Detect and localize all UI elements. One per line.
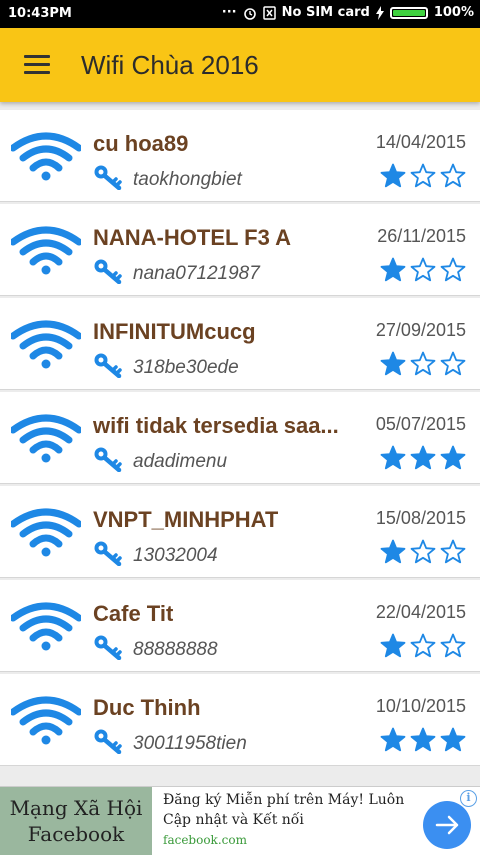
network-password: taokhongbiet — [133, 169, 242, 190]
rating-stars — [380, 445, 466, 476]
ad-text[interactable]: Đăng ký Miễn phí trên Máy! Luôn Cập nhật… — [163, 790, 418, 830]
star-filled-icon — [380, 445, 406, 476]
network-ssid: Cafe Tit — [93, 601, 174, 626]
list-item[interactable]: Duc Thinh 10/10/2015 30011958tien — [0, 674, 480, 766]
ad-logo[interactable]: Mạng Xã Hội Facebook — [0, 787, 152, 855]
star-filled-icon — [440, 727, 466, 758]
network-password: 318be30ede — [133, 357, 239, 378]
network-ssid: VNPT_MINHPHAT — [93, 507, 279, 532]
network-ssid: cu hoa89 — [93, 131, 189, 156]
ad-url[interactable]: facebook.com — [163, 833, 247, 847]
list-item[interactable]: NANA-HOTEL F3 A 26/11/2015 nana07121987 — [0, 204, 480, 296]
battery-percent: 100% — [433, 5, 474, 20]
rating-stars — [380, 727, 466, 758]
network-date: 26/11/2015 — [377, 226, 466, 246]
rating-stars — [380, 163, 466, 194]
star-outline-icon — [410, 351, 436, 382]
star-outline-icon — [410, 163, 436, 194]
ad-logo-line1: Mạng Xã Hội — [9, 796, 143, 820]
list-item[interactable]: cu hoa89 14/04/2015 taokhongbiet — [0, 110, 480, 202]
sim-x-icon — [262, 5, 276, 20]
network-date: 15/08/2015 — [375, 508, 466, 528]
network-ssid: NANA-HOTEL F3 A — [93, 225, 291, 250]
star-outline-icon — [440, 351, 466, 382]
star-filled-icon — [380, 163, 406, 194]
key-icon — [93, 258, 123, 285]
star-outline-icon — [440, 257, 466, 288]
network-password: nana07121987 — [133, 263, 260, 284]
status-time: 10:43PM — [8, 6, 72, 21]
key-icon — [93, 164, 123, 191]
menu-icon[interactable] — [24, 55, 50, 75]
app-bar: Wifi Chùa 2016 — [0, 28, 480, 102]
wifi-icon — [9, 226, 83, 276]
key-icon — [93, 446, 123, 473]
network-password: 30011958tien — [133, 733, 247, 754]
star-outline-icon — [410, 539, 436, 570]
network-password: 88888888 — [133, 639, 218, 660]
star-filled-icon — [410, 727, 436, 758]
wifi-icon — [9, 508, 83, 558]
network-date: 27/09/2015 — [375, 320, 466, 340]
wifi-icon — [9, 132, 83, 182]
network-ssid: INFINITUMcucg — [93, 319, 256, 344]
network-date: 10/10/2015 — [375, 696, 466, 716]
star-outline-icon — [440, 633, 466, 664]
wifi-icon — [9, 320, 83, 370]
ad-info-icon[interactable]: i — [460, 790, 477, 807]
network-ssid: Duc Thinh — [93, 695, 201, 720]
app-title: Wifi Chùa 2016 — [81, 50, 259, 80]
star-outline-icon — [410, 633, 436, 664]
star-filled-icon — [380, 257, 406, 288]
network-date: 22/04/2015 — [375, 602, 466, 622]
star-filled-icon — [380, 539, 406, 570]
rating-stars — [380, 539, 466, 570]
key-icon — [93, 728, 123, 755]
network-password: 13032004 — [133, 545, 218, 566]
star-filled-icon — [380, 351, 406, 382]
network-password: adadimenu — [133, 451, 228, 472]
ad-go-button[interactable] — [423, 801, 471, 849]
star-outline-icon — [440, 163, 466, 194]
star-filled-icon — [380, 727, 406, 758]
key-icon — [93, 634, 123, 661]
network-date: 14/04/2015 — [375, 132, 466, 152]
ad-banner[interactable]: Mạng Xã Hội Facebook Đăng ký Miễn phí tr… — [0, 786, 480, 855]
wifi-icon — [9, 414, 83, 464]
wifi-icon — [9, 602, 83, 652]
key-icon — [93, 352, 123, 379]
rating-stars — [380, 633, 466, 664]
list-item[interactable]: wifi tidak tersedia saa... 05/07/2015 ad… — [0, 392, 480, 484]
star-outline-icon — [410, 257, 436, 288]
arrow-right-icon — [435, 815, 459, 835]
star-filled-icon — [440, 445, 466, 476]
rating-stars — [380, 257, 466, 288]
star-filled-icon — [410, 445, 436, 476]
wifi-icon — [9, 696, 83, 746]
rating-stars — [380, 351, 466, 382]
list-item[interactable]: Cafe Tit 22/04/2015 88888888 — [0, 580, 480, 672]
network-ssid: wifi tidak tersedia saa... — [93, 413, 339, 438]
alarm-icon — [243, 7, 256, 20]
star-outline-icon — [440, 539, 466, 570]
charging-icon — [375, 5, 384, 20]
key-icon — [93, 540, 123, 567]
dots-icon: ··· — [221, 5, 237, 20]
star-filled-icon — [380, 633, 406, 664]
list-item[interactable]: VNPT_MINHPHAT 15/08/2015 13032004 — [0, 486, 480, 578]
status-bar: 10:43PM ··· No SIM card 100% — [0, 0, 480, 28]
status-icons: ··· No SIM card 100% — [222, 5, 474, 20]
ad-logo-line2: Facebook — [27, 822, 125, 846]
network-date: 05/07/2015 — [375, 414, 466, 434]
battery-icon — [389, 6, 428, 19]
list-item[interactable]: INFINITUMcucg 27/09/2015 318be30ede — [0, 298, 480, 390]
sim-status-text: No SIM card — [281, 5, 370, 20]
